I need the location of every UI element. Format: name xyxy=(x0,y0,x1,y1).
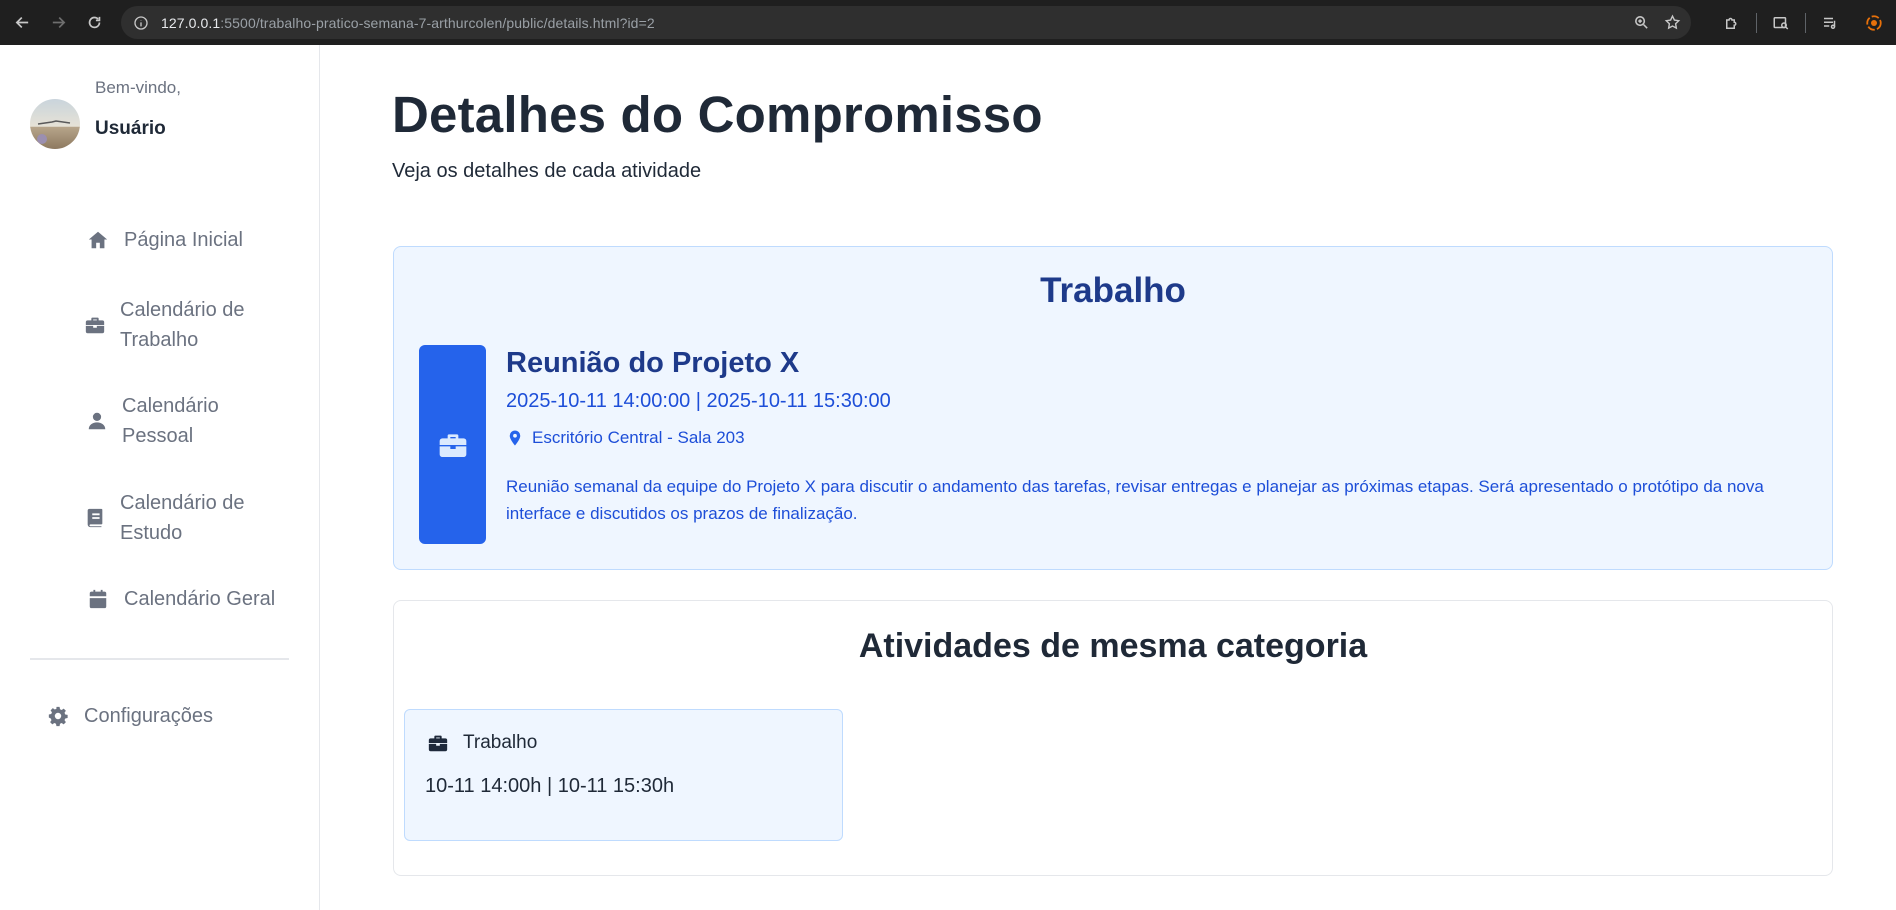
browser-toolbar: 127.0.0.1:5500/trabalho-pratico-semana-7… xyxy=(0,0,1896,45)
sidebar-item-label: Calendário de Estudo xyxy=(120,492,245,544)
book-icon xyxy=(84,506,106,530)
address-bar[interactable]: 127.0.0.1:5500/trabalho-pratico-semana-7… xyxy=(121,6,1691,39)
tab-search-button[interactable] xyxy=(1759,0,1803,45)
event-category-heading: Trabalho xyxy=(1040,271,1186,310)
reload-button[interactable] xyxy=(76,5,112,41)
arrow-left-icon xyxy=(15,16,28,29)
puzzle-icon xyxy=(1726,17,1737,29)
url-text: 127.0.0.1:5500/trabalho-pratico-semana-7… xyxy=(161,14,655,31)
sidebar-item-settings[interactable]: Configurações xyxy=(46,701,213,731)
related-activity-time: 10-11 14:00h | 10-11 15:30h xyxy=(425,775,675,797)
briefcase-icon xyxy=(84,313,106,337)
back-button[interactable] xyxy=(4,5,40,41)
forward-button[interactable] xyxy=(40,5,76,41)
sidebar-item-label: Página Inicial xyxy=(124,229,243,251)
reload-icon xyxy=(88,16,100,29)
zoom-icon[interactable] xyxy=(1633,14,1650,31)
profile-button[interactable] xyxy=(1852,0,1896,45)
page-subtitle: Veja os detalhes de cada atividade xyxy=(392,160,702,182)
related-activities-title: Atividades de mesma categoria xyxy=(858,627,1368,665)
related-activity-header: Trabalho xyxy=(427,732,537,754)
user-icon xyxy=(86,409,108,433)
bookmark-star-icon[interactable] xyxy=(1664,14,1681,31)
gear-icon xyxy=(46,704,70,728)
sidebar-item-label: Configurações xyxy=(84,705,213,727)
related-activity-category: Trabalho xyxy=(463,732,538,753)
user-profile: Bem-vindo, Usuário xyxy=(30,75,181,149)
event-description: Reunião semanal da equipe do Projeto X p… xyxy=(506,477,1764,523)
extensions-button[interactable] xyxy=(1710,0,1754,45)
related-activity-card[interactable]: Trabalho 10-11 14:00h | 10-11 15:30h xyxy=(404,709,843,841)
sidebar-item-label: Calendário de Trabalho xyxy=(120,299,245,351)
sidebar: Bem-vindo, Usuário Página Inicial Calend… xyxy=(0,45,320,910)
site-info-icon[interactable] xyxy=(133,15,149,31)
sidebar-item-personal-calendar[interactable]: Calendário Pessoal xyxy=(86,391,246,451)
sidebar-item-work-calendar[interactable]: Calendário de Trabalho xyxy=(84,295,264,355)
sidebar-item-home[interactable]: Página Inicial xyxy=(86,225,243,255)
sidebar-divider xyxy=(30,658,289,660)
toolbar-divider xyxy=(1805,12,1806,33)
reading-list-button[interactable] xyxy=(1808,0,1852,45)
related-activities-section: Atividades de mesma categoria Trabalho 1… xyxy=(393,600,1833,876)
category-badge xyxy=(419,345,486,544)
event-location: Escritório Central - Sala 203 xyxy=(506,428,745,448)
event-location-text: Escritório Central - Sala 203 xyxy=(532,428,745,447)
briefcase-icon xyxy=(427,732,449,754)
home-icon xyxy=(86,228,110,252)
event-time: 2025-10-11 14:00:00 | 2025-10-11 15:30:0… xyxy=(506,390,891,412)
briefcase-icon xyxy=(439,433,466,457)
sidebar-item-label: Calendário Geral xyxy=(124,588,276,610)
greeting-text: Bem-vindo, xyxy=(95,78,181,97)
calendar-icon xyxy=(86,587,110,611)
toolbar-divider xyxy=(1756,12,1757,33)
arrow-right-icon xyxy=(52,16,65,29)
location-pin-icon xyxy=(506,428,524,448)
media-list-icon xyxy=(1824,17,1836,29)
page-title: Detalhes do Compromisso xyxy=(392,86,1043,143)
event-title: Reunião do Projeto X xyxy=(506,347,800,379)
sidebar-item-study-calendar[interactable]: Calendário de Estudo xyxy=(84,488,264,548)
sidebar-item-label: Calendário Pessoal xyxy=(122,395,219,447)
username: Usuário xyxy=(95,118,166,139)
profile-icon xyxy=(1866,14,1882,31)
avatar[interactable] xyxy=(30,99,80,149)
event-detail-card: Trabalho Reunião do Projeto X 2025-10-11… xyxy=(393,246,1833,570)
tab-search-icon xyxy=(1773,16,1789,30)
sidebar-item-general-calendar[interactable]: Calendário Geral xyxy=(86,584,275,614)
